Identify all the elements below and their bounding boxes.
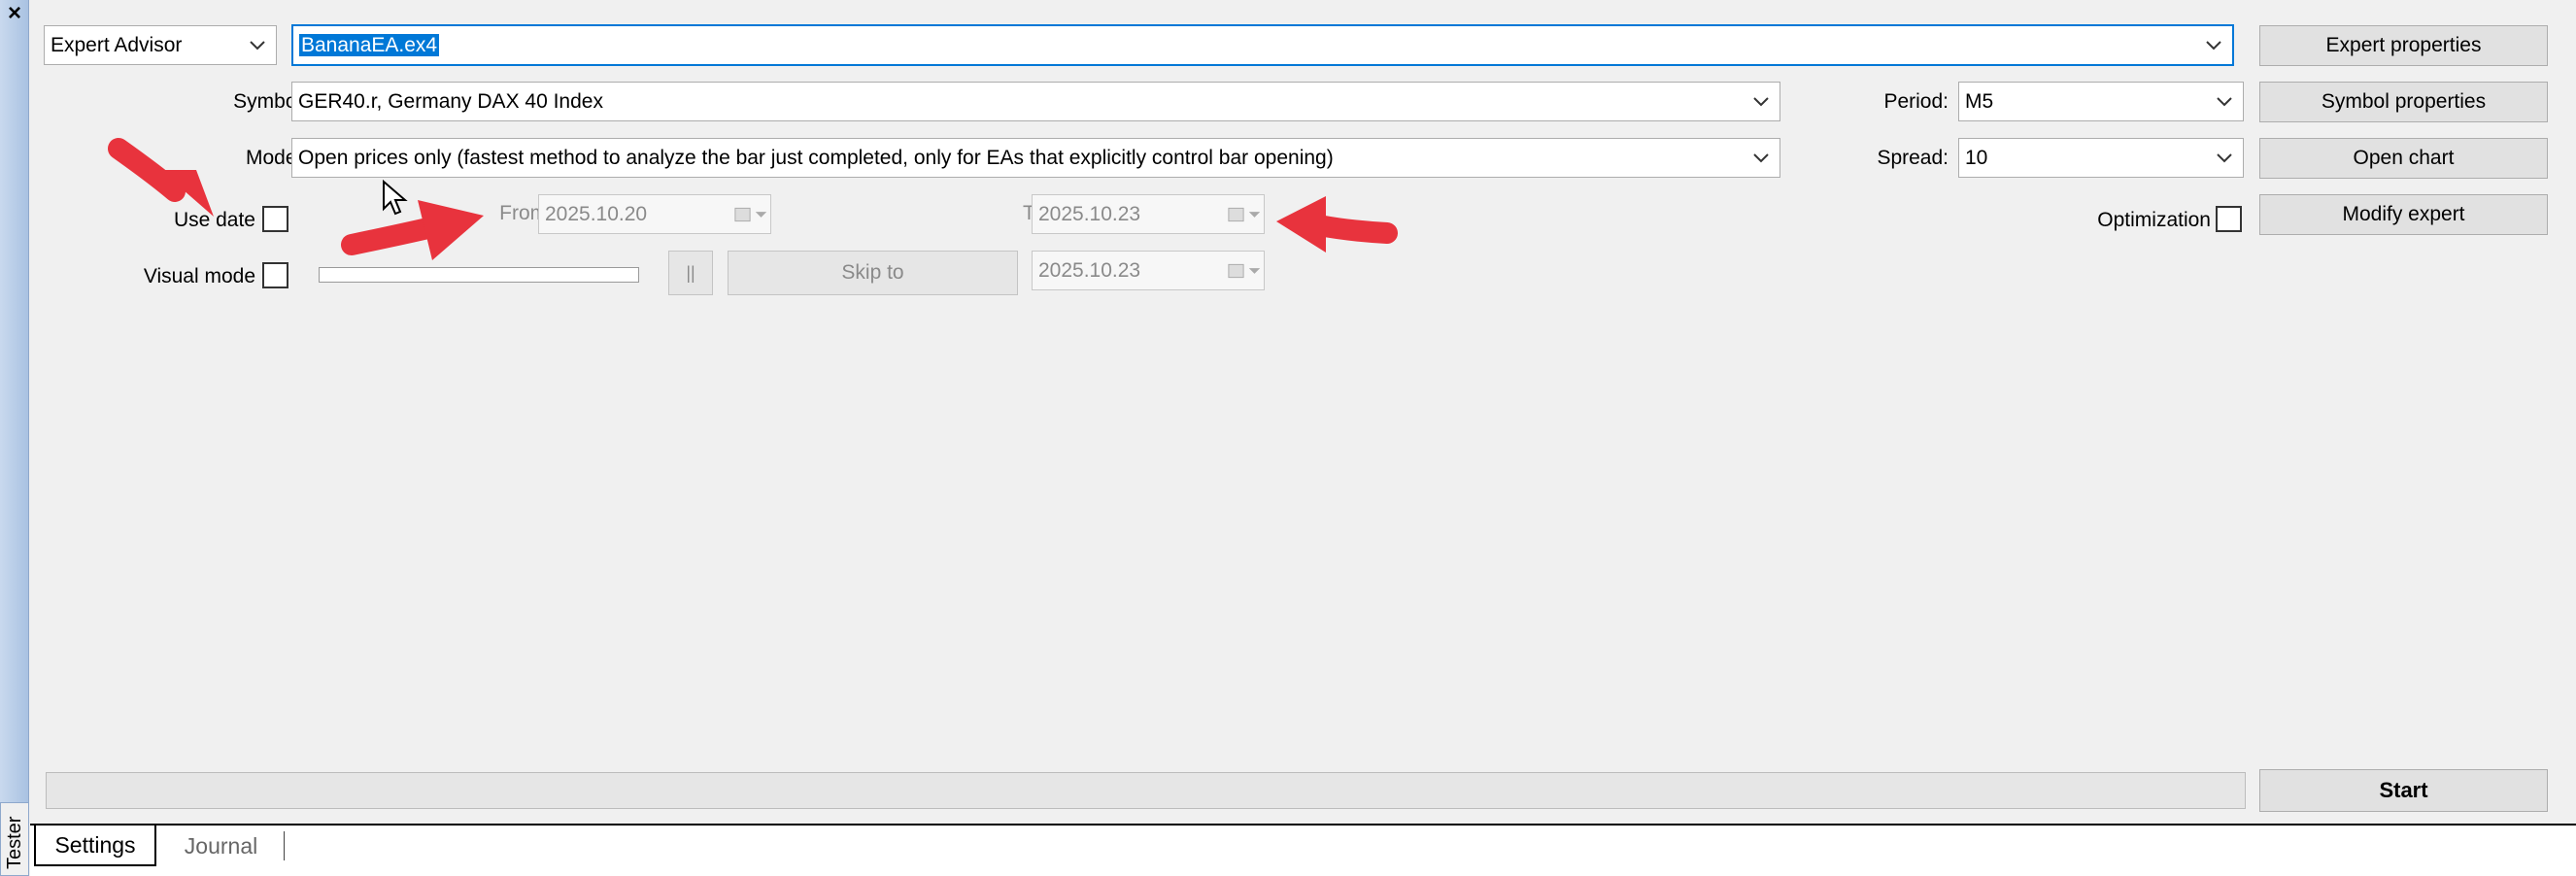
period-value: M5	[1965, 89, 1994, 113]
visual-mode-checkbox[interactable]	[262, 262, 288, 288]
bottom-tab-bar: Settings Journal	[30, 825, 2576, 876]
red-arrow-annotation	[108, 138, 214, 217]
expert-properties-button[interactable]: Expert properties	[2259, 25, 2548, 66]
model-select[interactable]: Open prices only (fastest method to anal…	[291, 138, 1780, 178]
symbol-properties-button[interactable]: Symbol properties	[2259, 82, 2548, 122]
test-progress-bar	[46, 772, 2246, 809]
skip-to-date-picker[interactable]: 2025.10.23	[1032, 251, 1265, 290]
symbol-label: Symbol:	[233, 90, 307, 113]
skip-to-button[interactable]: Skip to	[728, 251, 1018, 295]
chevron-down-icon	[239, 40, 276, 51]
chevron-down-icon	[2206, 152, 2243, 164]
from-date-value: 2025.10.20	[545, 202, 648, 225]
open-chart-button[interactable]: Open chart	[2259, 138, 2548, 179]
optimization-checkbox[interactable]	[2216, 206, 2242, 232]
period-label: Period:	[1883, 90, 1949, 113]
spread-select[interactable]: 10	[1958, 138, 2244, 178]
chevron-down-icon	[2195, 40, 2232, 51]
tester-settings-panel: Expert Advisor BananaEA.ex4 Expert prope…	[30, 0, 2576, 825]
close-icon[interactable]: ×	[4, 2, 25, 27]
from-date-picker[interactable]: 2025.10.20	[538, 194, 771, 234]
model-value: Open prices only (fastest method to anal…	[298, 146, 1334, 169]
program-type-select[interactable]: Expert Advisor	[44, 25, 277, 65]
tab-settings[interactable]: Settings	[34, 825, 156, 866]
skip-to-date-value: 2025.10.23	[1038, 258, 1141, 282]
expert-file-value: BananaEA.ex4	[299, 33, 440, 56]
period-select[interactable]: M5	[1958, 82, 2244, 121]
start-button[interactable]: Start	[2259, 769, 2548, 812]
calendar-icon	[733, 205, 770, 224]
spread-value: 10	[1965, 146, 1988, 169]
use-date-checkbox[interactable]	[262, 206, 288, 232]
pause-icon: ||	[686, 262, 695, 283]
red-arrow-annotation	[1276, 196, 1398, 253]
mouse-cursor-icon	[383, 179, 408, 216]
pause-button[interactable]: ||	[668, 251, 713, 295]
tab-journal[interactable]: Journal	[158, 831, 285, 860]
to-date-value: 2025.10.23	[1038, 202, 1141, 225]
chevron-down-icon	[2206, 96, 2243, 108]
visual-mode-label: Visual mode	[143, 265, 255, 287]
tester-side-tab[interactable]: Tester	[0, 802, 29, 876]
symbol-select[interactable]: GER40.r, Germany DAX 40 Index	[291, 82, 1780, 121]
to-date-picker[interactable]: 2025.10.23	[1032, 194, 1265, 234]
optimization-label: Optimization	[2097, 209, 2211, 231]
tester-side-strip	[0, 0, 29, 876]
chevron-down-icon	[1743, 96, 1779, 108]
program-type-value: Expert Advisor	[51, 33, 183, 56]
calendar-icon	[1227, 205, 1264, 224]
tester-side-tab-label: Tester	[4, 816, 25, 869]
chevron-down-icon	[1743, 152, 1779, 164]
symbol-value: GER40.r, Germany DAX 40 Index	[298, 89, 603, 113]
calendar-icon	[1227, 261, 1264, 281]
red-arrow-annotation	[341, 200, 484, 260]
expert-file-select[interactable]: BananaEA.ex4	[291, 24, 2234, 66]
spread-label: Spread:	[1877, 147, 1949, 169]
modify-expert-button[interactable]: Modify expert	[2259, 194, 2548, 235]
